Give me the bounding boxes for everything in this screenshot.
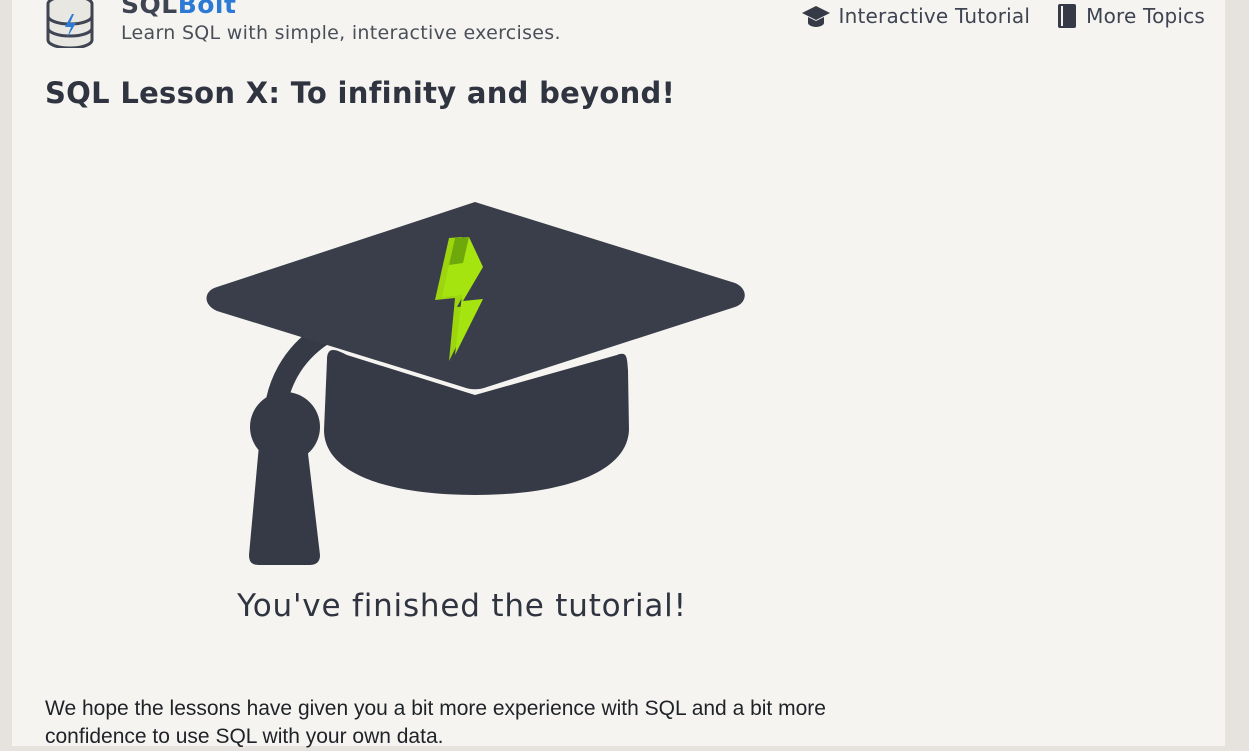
brand-sql: SQL <box>121 0 178 19</box>
tagline: Learn SQL with simple, interactive exerc… <box>121 22 561 44</box>
graduation-cap-illustration <box>206 202 745 565</box>
page-content: SQLBolt Learn SQL with simple, interacti… <box>12 0 1225 748</box>
nav-more-topics[interactable]: More Topics <box>1056 3 1205 29</box>
nav-more-topics-label: More Topics <box>1086 4 1205 28</box>
book-icon <box>1058 4 1077 28</box>
top-nav: Interactive Tutorial More Topics <box>775 3 1206 29</box>
database-logo-icon[interactable] <box>45 0 95 48</box>
lesson-body-text: We hope the lessons have given you a bit… <box>45 697 826 748</box>
lesson-title: SQL Lesson X: To infinity and beyond! <box>45 76 676 110</box>
site-header: SQLBolt Learn SQL with simple, interacti… <box>12 0 1225 52</box>
nav-interactive-tutorial-label: Interactive Tutorial <box>838 4 1031 28</box>
graduation-cap-icon <box>801 6 830 27</box>
brand-name[interactable]: SQLBolt <box>121 0 236 20</box>
brand-bolt: Bolt <box>177 0 237 19</box>
finished-message: You've finished the tutorial! <box>237 588 687 624</box>
nav-interactive-tutorial[interactable]: Interactive Tutorial <box>801 3 1031 29</box>
